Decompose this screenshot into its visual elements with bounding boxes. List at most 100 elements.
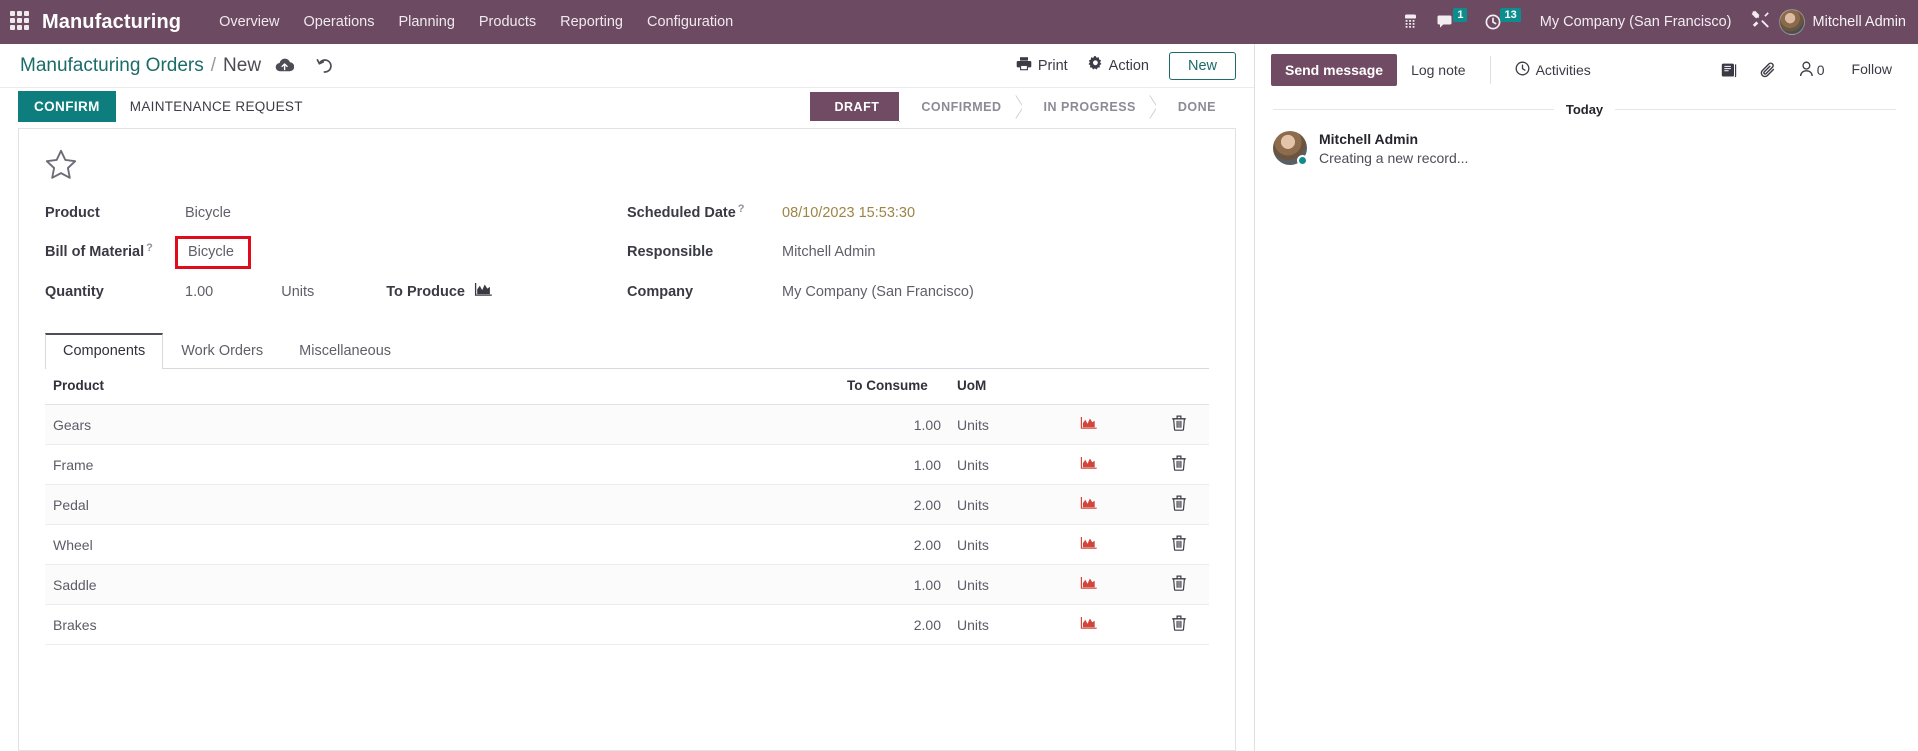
- maintenance-request-button[interactable]: MAINTENANCE REQUEST: [116, 91, 317, 122]
- area-chart-icon[interactable]: [1080, 536, 1098, 553]
- area-chart-icon[interactable]: [1080, 616, 1098, 633]
- activities-counter[interactable]: 13: [1485, 8, 1521, 31]
- log-note-button[interactable]: Log note: [1397, 54, 1480, 86]
- cell-product[interactable]: Wheel: [45, 524, 839, 565]
- table-row[interactable]: Saddle 1.00 Units: [45, 564, 1209, 605]
- followers-counter[interactable]: 0: [1799, 54, 1825, 86]
- cell-product[interactable]: Frame: [45, 444, 839, 485]
- table-row[interactable]: Gears 1.00 Units: [45, 404, 1209, 445]
- quantity-value[interactable]: 1.00: [185, 284, 213, 300]
- cell-product[interactable]: Pedal: [45, 484, 839, 525]
- breadcrumb-root-link[interactable]: Manufacturing Orders: [20, 55, 204, 77]
- company-value[interactable]: My Company (San Francisco): [782, 284, 974, 300]
- cell-delete: [1149, 564, 1209, 605]
- tab-miscellaneous[interactable]: Miscellaneous: [281, 333, 409, 368]
- cell-to-consume[interactable]: 1.00: [839, 444, 949, 485]
- phone-dialpad-icon[interactable]: [1402, 13, 1419, 31]
- to-produce-group: To Produce: [386, 282, 493, 301]
- col-header-product[interactable]: Product: [45, 369, 839, 405]
- new-button[interactable]: New: [1168, 51, 1236, 80]
- menu-overview[interactable]: Overview: [207, 8, 291, 36]
- cell-to-consume[interactable]: 1.00: [839, 564, 949, 605]
- followers-count: 0: [1816, 62, 1825, 78]
- menu-operations[interactable]: Operations: [292, 8, 387, 36]
- undo-icon[interactable]: [316, 58, 333, 74]
- cell-uom[interactable]: Units: [949, 444, 1029, 485]
- send-message-button[interactable]: Send message: [1271, 54, 1398, 86]
- trash-icon[interactable]: [1172, 415, 1186, 434]
- area-chart-icon[interactable]: [1080, 496, 1098, 513]
- area-chart-icon[interactable]: [1080, 576, 1098, 593]
- table-row[interactable]: Brakes 2.00 Units: [45, 604, 1209, 645]
- trash-icon[interactable]: [1172, 575, 1186, 594]
- responsible-value[interactable]: Mitchell Admin: [782, 244, 875, 260]
- help-icon[interactable]: ?: [738, 203, 745, 215]
- star-outline-icon[interactable]: [45, 149, 77, 185]
- cell-uom[interactable]: Units: [949, 604, 1029, 645]
- product-value[interactable]: Bicycle: [185, 205, 231, 221]
- chatter-message-list: Today Mitchell Admin Creating a new reco…: [1255, 86, 1918, 751]
- bill-of-material-value[interactable]: Bicycle: [175, 235, 251, 269]
- menu-configuration[interactable]: Configuration: [635, 8, 745, 36]
- company-switcher[interactable]: My Company (San Francisco): [1540, 14, 1732, 30]
- chatter-pane: Send message Log note Activities 0 Follo…: [1255, 44, 1918, 751]
- table-row[interactable]: Pedal 2.00 Units: [45, 484, 1209, 525]
- stage-done[interactable]: DONE: [1155, 92, 1236, 121]
- scheduled-date-value[interactable]: 08/10/2023 15:53:30: [782, 205, 915, 221]
- bill-of-material-label-text: Bill of Material: [45, 244, 145, 260]
- table-row[interactable]: Frame 1.00 Units: [45, 444, 1209, 485]
- cell-product[interactable]: Gears: [45, 404, 839, 445]
- message-author[interactable]: Mitchell Admin: [1319, 131, 1468, 147]
- menu-planning[interactable]: Planning: [386, 8, 466, 36]
- cell-to-consume[interactable]: 1.00: [839, 404, 949, 445]
- confirm-button[interactable]: CONFIRM: [18, 91, 116, 122]
- cell-uom[interactable]: Units: [949, 484, 1029, 525]
- tools-icon[interactable]: [1750, 9, 1771, 35]
- product-label: Product: [45, 204, 100, 221]
- trash-icon[interactable]: [1172, 615, 1186, 634]
- print-button[interactable]: Print: [1006, 51, 1078, 80]
- paperclip-icon[interactable]: [1760, 54, 1777, 86]
- stage-draft[interactable]: DRAFT: [810, 92, 900, 121]
- menu-reporting[interactable]: Reporting: [548, 8, 635, 36]
- tab-components[interactable]: Components: [45, 333, 164, 369]
- field-row-bill-of-material: Bill of Material ? Bicycle: [45, 230, 627, 274]
- body-split: Manufacturing Orders / New Print Action …: [0, 44, 1918, 751]
- app-brand-title[interactable]: Manufacturing: [42, 11, 181, 34]
- activities-button[interactable]: Activities: [1501, 54, 1605, 86]
- gear-icon: [1088, 56, 1103, 75]
- follow-button[interactable]: Follow: [1846, 54, 1898, 86]
- menu-products[interactable]: Products: [467, 8, 548, 36]
- area-chart-icon[interactable]: [1080, 456, 1098, 473]
- messages-counter[interactable]: 1: [1437, 8, 1468, 31]
- book-icon[interactable]: [1721, 54, 1738, 86]
- cell-uom[interactable]: Units: [949, 524, 1029, 565]
- trash-icon[interactable]: [1172, 455, 1186, 474]
- tab-work-orders[interactable]: Work Orders: [163, 333, 281, 368]
- cloud-upload-icon[interactable]: [275, 58, 295, 73]
- cell-to-consume[interactable]: 2.00: [839, 484, 949, 525]
- trash-icon[interactable]: [1172, 535, 1186, 554]
- area-chart-icon[interactable]: [1080, 416, 1098, 433]
- apps-grid-icon[interactable]: [10, 11, 32, 33]
- help-icon[interactable]: ?: [146, 242, 153, 254]
- user-avatar[interactable]: [1778, 9, 1805, 35]
- components-table-head: Product To Consume UoM: [45, 369, 1209, 405]
- cell-to-consume[interactable]: 2.00: [839, 604, 949, 645]
- cell-to-consume[interactable]: 2.00: [839, 524, 949, 565]
- cell-product[interactable]: Brakes: [45, 604, 839, 645]
- user-menu[interactable]: Mitchell Admin: [1813, 14, 1906, 30]
- col-header-uom[interactable]: UoM: [949, 369, 1029, 405]
- cell-uom[interactable]: Units: [949, 564, 1029, 605]
- area-chart-icon[interactable]: [474, 282, 493, 301]
- stage-in-progress[interactable]: IN PROGRESS: [1021, 92, 1156, 121]
- printer-icon: [1016, 56, 1032, 75]
- action-button[interactable]: Action: [1078, 51, 1159, 80]
- stage-confirmed[interactable]: CONFIRMED: [899, 92, 1022, 121]
- col-header-to-consume[interactable]: To Consume: [839, 369, 949, 405]
- cell-product[interactable]: Saddle: [45, 564, 839, 605]
- trash-icon[interactable]: [1172, 495, 1186, 514]
- table-row[interactable]: Wheel 2.00 Units: [45, 524, 1209, 565]
- avatar[interactable]: [1273, 131, 1308, 166]
- cell-uom[interactable]: Units: [949, 404, 1029, 445]
